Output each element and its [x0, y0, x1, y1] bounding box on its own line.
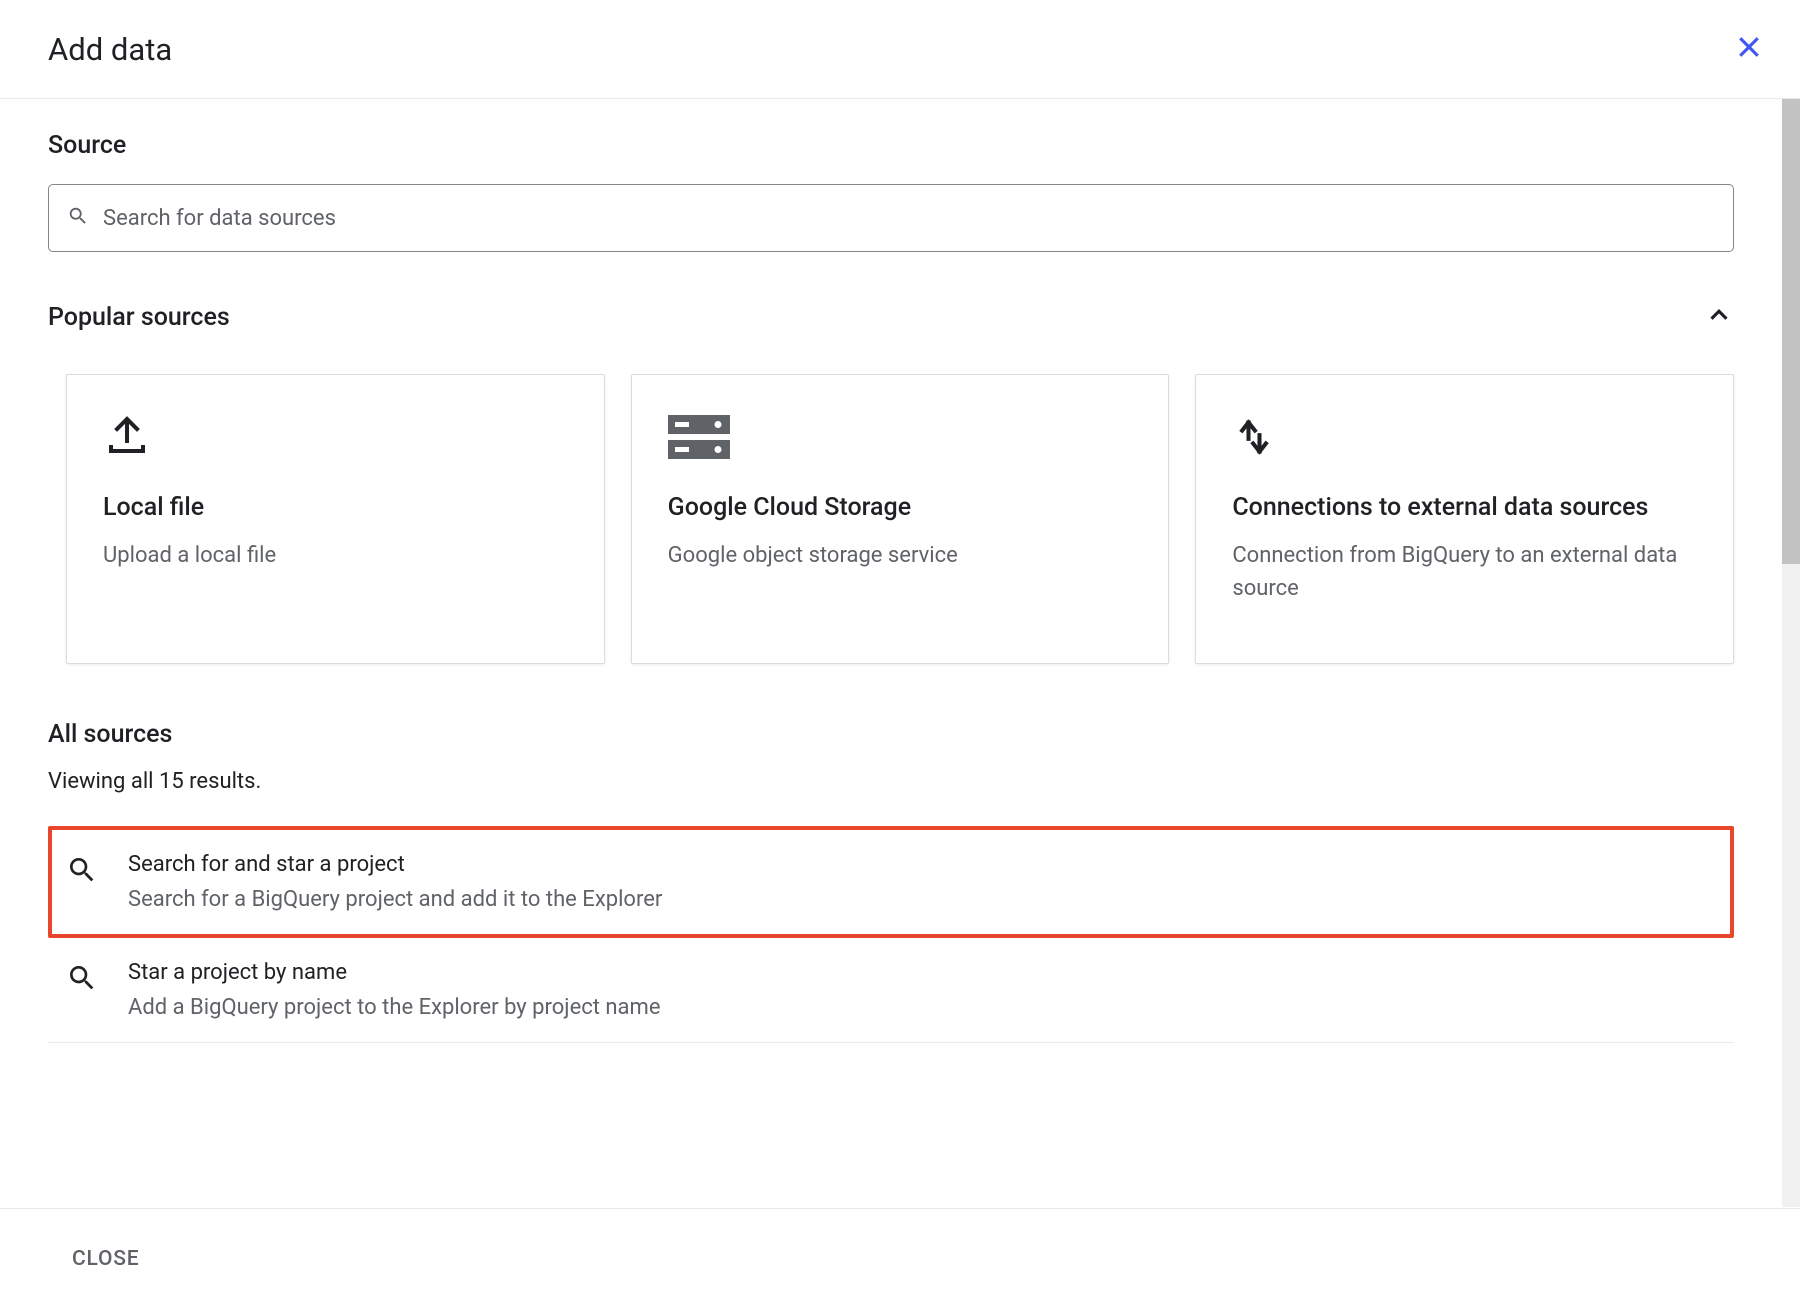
list-text: Star a project by name Add a BigQuery pr… [128, 960, 1716, 1020]
search-icon [66, 962, 98, 998]
close-icon[interactable] [1730, 28, 1768, 70]
list-item-search-star-project[interactable]: Search for and star a project Search for… [48, 826, 1734, 938]
all-sources-label: All sources [48, 720, 1734, 749]
chevron-up-icon[interactable] [1704, 300, 1734, 334]
list-item-star-project-by-name[interactable]: Star a project by name Add a BigQuery pr… [48, 938, 1734, 1043]
card-desc: Connection from BigQuery to an external … [1232, 539, 1697, 605]
search-icon [67, 205, 89, 231]
dialog-header: Add data [0, 0, 1800, 99]
card-title: Local file [103, 491, 568, 525]
search-icon [66, 854, 98, 890]
card-external-connections[interactable]: Connections to external data sources Con… [1195, 374, 1734, 664]
list-item-title: Star a project by name [128, 960, 1716, 985]
dialog-footer: CLOSE [0, 1208, 1800, 1308]
sync-icon [1232, 411, 1697, 463]
card-title: Connections to external data sources [1232, 491, 1697, 525]
search-input[interactable] [103, 206, 1715, 231]
card-title: Google Cloud Storage [668, 491, 1133, 525]
viewing-results-text: Viewing all 15 results. [48, 769, 1734, 794]
storage-icon [668, 411, 1133, 463]
list-text: Search for and star a project Search for… [128, 852, 1716, 912]
card-desc: Upload a local file [103, 539, 568, 572]
source-label: Source [48, 131, 1734, 160]
popular-sources-label: Popular sources [48, 303, 230, 332]
dialog-title: Add data [48, 31, 172, 68]
list-item-desc: Search for a BigQuery project and add it… [128, 887, 1716, 912]
dialog-content: Source Popular sources Local fi [0, 99, 1782, 1207]
close-button[interactable]: CLOSE [72, 1247, 139, 1271]
popular-sources-header[interactable]: Popular sources [48, 300, 1734, 334]
card-desc: Google object storage service [668, 539, 1133, 572]
scrollbar-thumb[interactable] [1782, 99, 1800, 564]
card-local-file[interactable]: Local file Upload a local file [66, 374, 605, 664]
card-google-cloud-storage[interactable]: Google Cloud Storage Google object stora… [631, 374, 1170, 664]
list-item-title: Search for and star a project [128, 852, 1716, 877]
upload-icon [103, 411, 568, 463]
scrollbar[interactable] [1782, 99, 1800, 1207]
popular-sources-cards: Local file Upload a local file Google Cl… [48, 374, 1734, 664]
search-box[interactable] [48, 184, 1734, 252]
list-item-desc: Add a BigQuery project to the Explorer b… [128, 995, 1716, 1020]
